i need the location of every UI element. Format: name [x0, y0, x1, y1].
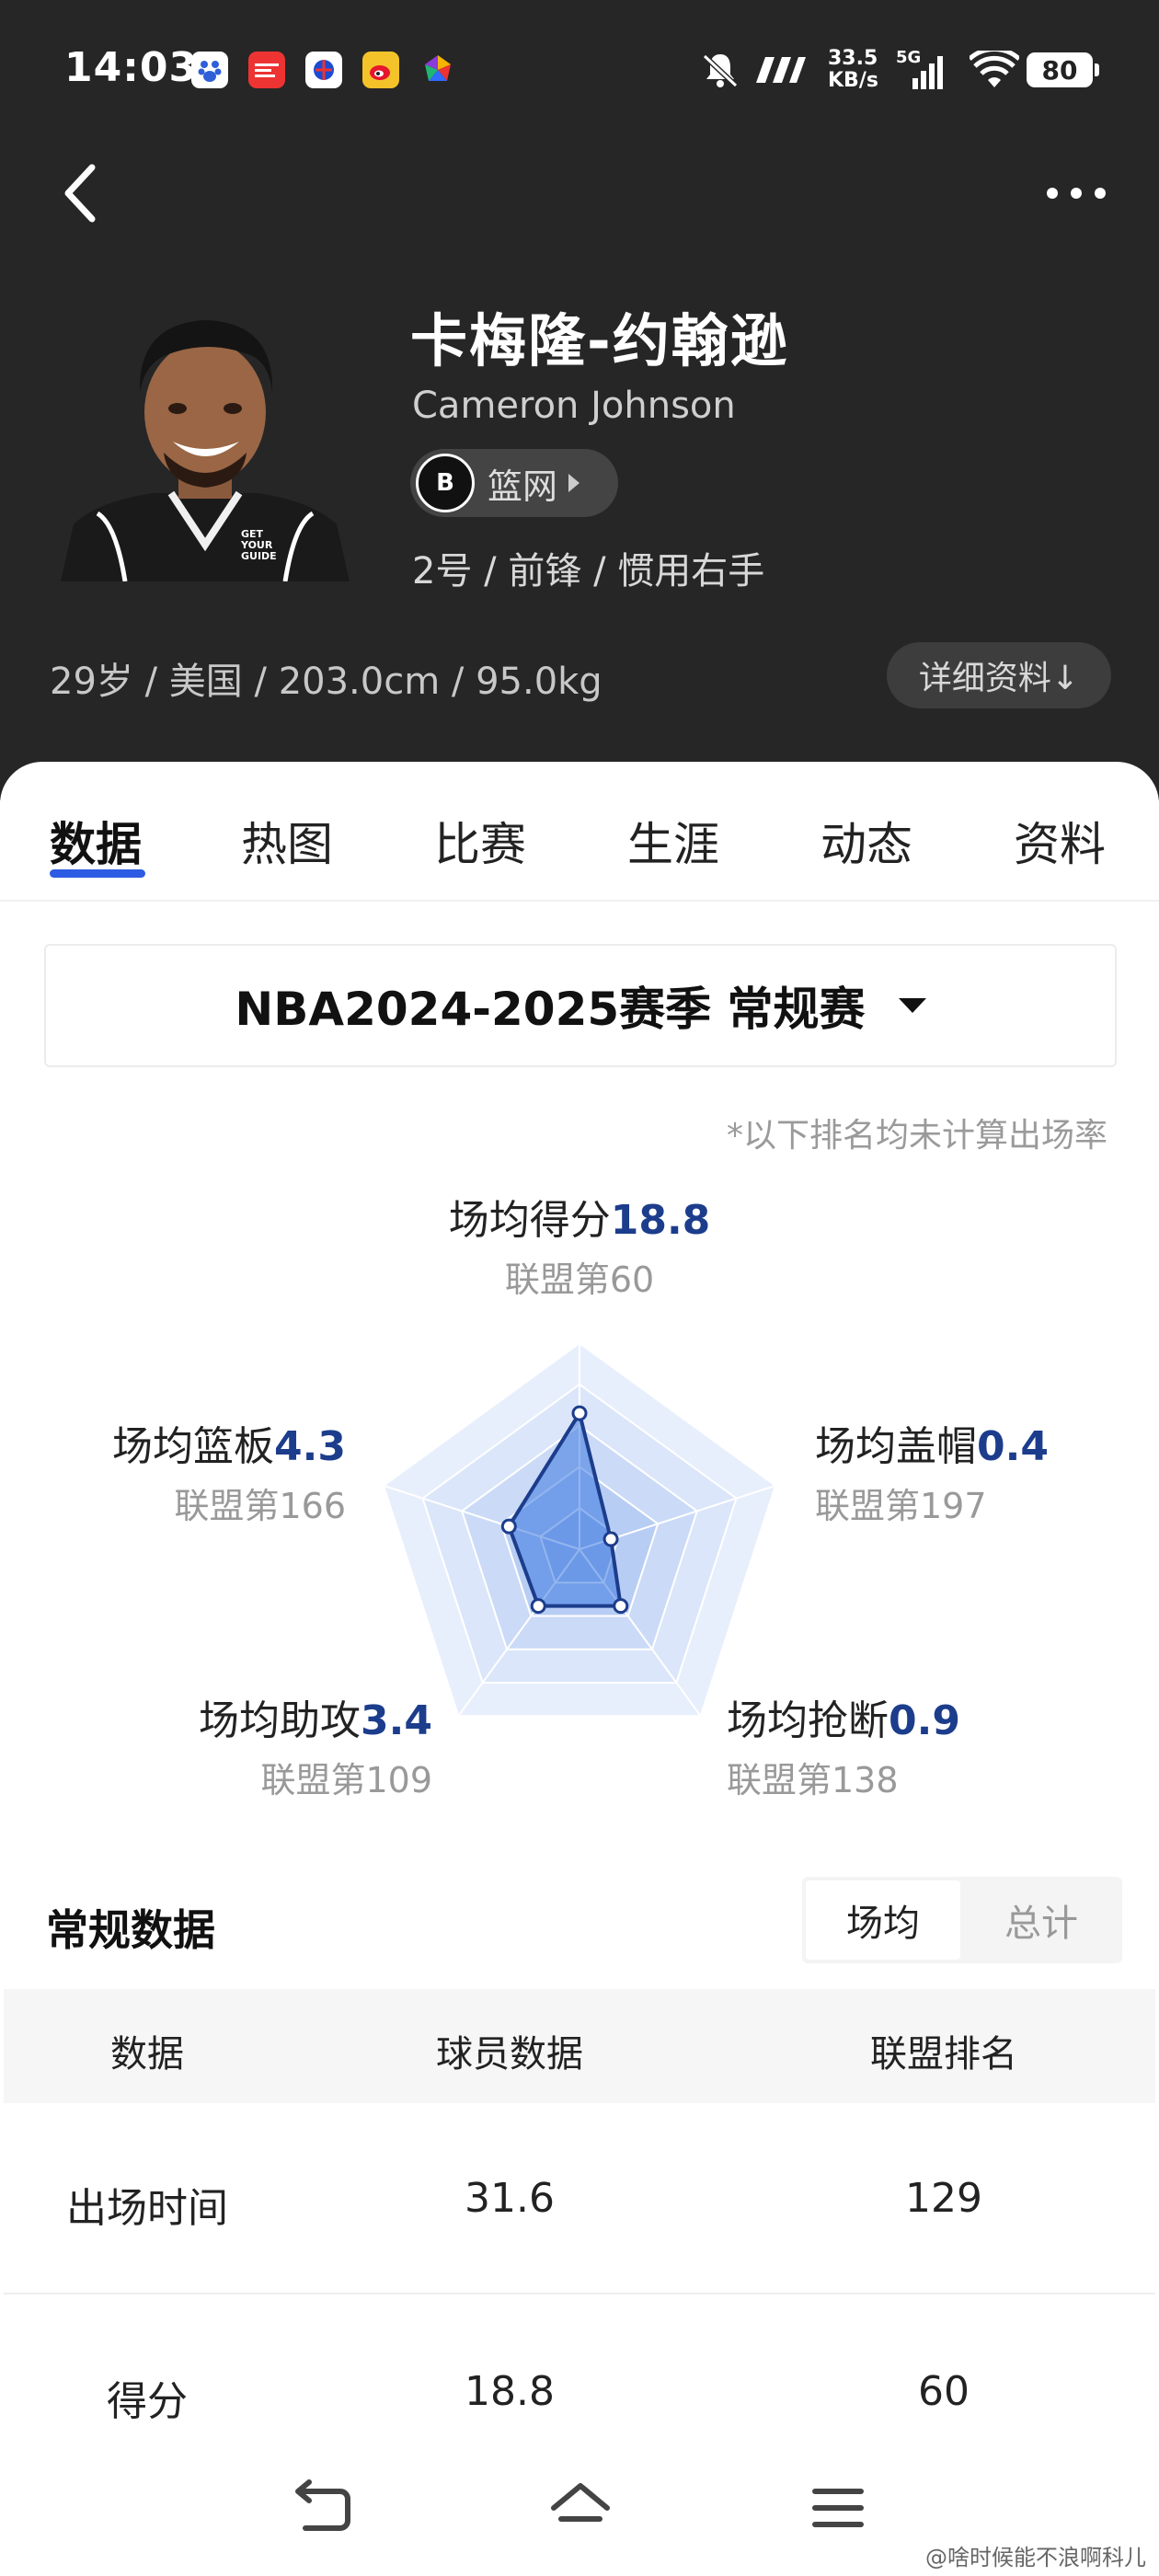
row-stat-value: 31.6 — [465, 2175, 555, 2222]
radar-label-rebounds: 场均篮板4.3 联盟第166 — [112, 1413, 346, 1528]
toutiao-icon — [248, 52, 285, 88]
points-value: 18.8 — [610, 1197, 711, 1244]
blocks-value: 0.4 — [977, 1423, 1049, 1470]
watermark: @啥时候能不浪啊科儿 — [925, 2545, 1146, 2570]
team-chip[interactable]: B 篮网 — [410, 449, 618, 517]
radar-point-blocks — [602, 1531, 619, 1547]
points-label: 场均得分 — [448, 1197, 611, 1244]
wifi-icon — [970, 44, 1019, 96]
rebounds-value: 4.3 — [274, 1423, 346, 1470]
table-header: 数据 球员数据 联盟排名 — [4, 1989, 1155, 2103]
radar-label-points: 场均得分18.8 联盟第60 — [449, 1187, 711, 1302]
assists-value: 3.4 — [361, 1697, 432, 1744]
battery-level: 80 — [1027, 52, 1093, 87]
status-bar: 14:03 33.5 KB/s 5G 80 — [0, 0, 1159, 147]
colorful-app-icon — [419, 52, 456, 88]
steals-rank: 联盟第138 — [727, 1760, 899, 1800]
steals-label: 场均抢断 — [727, 1697, 889, 1744]
more-button[interactable] — [1039, 170, 1113, 216]
nav-back-icon — [295, 2479, 350, 2531]
season-selector[interactable]: NBA2024-2025赛季 常规赛 — [44, 944, 1117, 1067]
steals-value: 0.9 — [889, 1697, 960, 1744]
tab-heatmap[interactable]: 热图 — [241, 808, 333, 874]
basic-info: 29岁 / 美国 / 203.0cm / 95.0kg — [50, 661, 602, 703]
radar-label-assists: 场均助攻3.4 联盟第109 — [199, 1687, 432, 1802]
row-stat-name: 得分 — [107, 2378, 188, 2425]
position-info: 2号 / 前锋 / 惯用右手 — [412, 550, 765, 592]
nav-home-button[interactable] — [548, 2478, 613, 2537]
more-icon — [1047, 188, 1106, 199]
tab-games[interactable]: 比赛 — [434, 808, 526, 874]
tab-divider — [0, 900, 1159, 902]
toggle-average[interactable]: 场均 — [806, 1880, 960, 1960]
nfc-icon — [752, 44, 808, 96]
radar-point-assists — [530, 1598, 546, 1615]
radar-label-blocks: 场均盖帽0.4 联盟第197 — [815, 1413, 1049, 1528]
tab-profile[interactable]: 资料 — [1014, 808, 1106, 874]
column-header-stat: 数据 — [110, 2033, 184, 2076]
menu-icon — [812, 2489, 864, 2527]
nav-back-button[interactable] — [291, 2478, 355, 2537]
weibo-icon — [362, 52, 399, 88]
baidu-icon — [191, 52, 228, 88]
chevron-left-icon — [64, 164, 96, 223]
season-label: NBA2024-2025赛季 常规赛 — [235, 983, 866, 1036]
assists-rank: 联盟第109 — [260, 1760, 432, 1800]
ranking-note: *以下排名均未计算出场率 — [726, 1117, 1107, 1155]
radar-label-steals: 场均抢断0.9 联盟第138 — [727, 1687, 960, 1802]
home-icon — [551, 2483, 610, 2522]
back-button[interactable] — [55, 156, 110, 230]
team-name: 篮网 — [488, 466, 558, 507]
net-speed-value: 33.5 — [828, 47, 878, 70]
tab-news[interactable]: 动态 — [820, 808, 912, 874]
svg-text:GUIDE: GUIDE — [241, 550, 277, 562]
section-title: 常规数据 — [46, 1905, 215, 1955]
row-stat-rank: 129 — [905, 2175, 982, 2222]
network-type: 5G — [896, 48, 922, 67]
table-row: 出场时间 31.6 129 — [4, 2103, 1155, 2294]
column-header-player: 球员数据 — [436, 2033, 583, 2076]
radar-chart: 场均得分18.8 联盟第60 场均盖帽0.4 联盟第197 场均篮板4.3 联盟… — [0, 1187, 1159, 1831]
sports-app-icon — [305, 52, 342, 88]
mute-icon — [699, 44, 741, 96]
blocks-label: 场均盖帽 — [815, 1423, 977, 1470]
net-speed-unit: KB/s — [828, 69, 878, 92]
dropdown-arrow-icon — [898, 998, 926, 1013]
row-stat-value: 18.8 — [465, 2368, 555, 2415]
blocks-rank: 联盟第197 — [815, 1486, 987, 1526]
nav-menu-button[interactable] — [806, 2478, 870, 2537]
row-stat-name: 出场时间 — [66, 2185, 228, 2232]
radar-point-rebounds — [500, 1518, 517, 1535]
radar-point-points — [571, 1405, 588, 1421]
tab-bar: 数据 热图 比赛 生涯 动态 资料 — [0, 762, 1159, 900]
signal-icon: 5G — [896, 44, 944, 96]
tab-indicator — [50, 869, 145, 878]
rebounds-label: 场均篮板 — [112, 1423, 275, 1470]
toggle-total[interactable]: 总计 — [964, 1880, 1119, 1960]
row-stat-rank: 60 — [918, 2368, 970, 2415]
detail-button[interactable]: 详细资料↓ — [887, 642, 1111, 708]
tab-career[interactable]: 生涯 — [627, 808, 719, 874]
tab-stats[interactable]: 数据 — [50, 808, 142, 874]
rebounds-rank: 联盟第166 — [174, 1486, 346, 1526]
nets-logo-icon: B — [416, 454, 475, 512]
avg-total-toggle: 场均 总计 — [802, 1877, 1122, 1963]
column-header-rank: 联盟排名 — [870, 2033, 1017, 2076]
net-speed: 33.5 KB/s — [828, 44, 878, 96]
player-name-cn: 卡梅隆-约翰逊 — [410, 307, 789, 374]
caret-right-icon — [568, 474, 580, 492]
battery-icon: 80 — [1027, 44, 1099, 96]
radar-point-steals — [613, 1598, 629, 1615]
status-time: 14:03 — [64, 44, 199, 91]
player-avatar: GET YOUR GUIDE — [61, 313, 350, 582]
assists-label: 场均助攻 — [199, 1697, 361, 1744]
points-rank: 联盟第60 — [504, 1259, 655, 1300]
player-name-en: Cameron Johnson — [412, 385, 736, 427]
